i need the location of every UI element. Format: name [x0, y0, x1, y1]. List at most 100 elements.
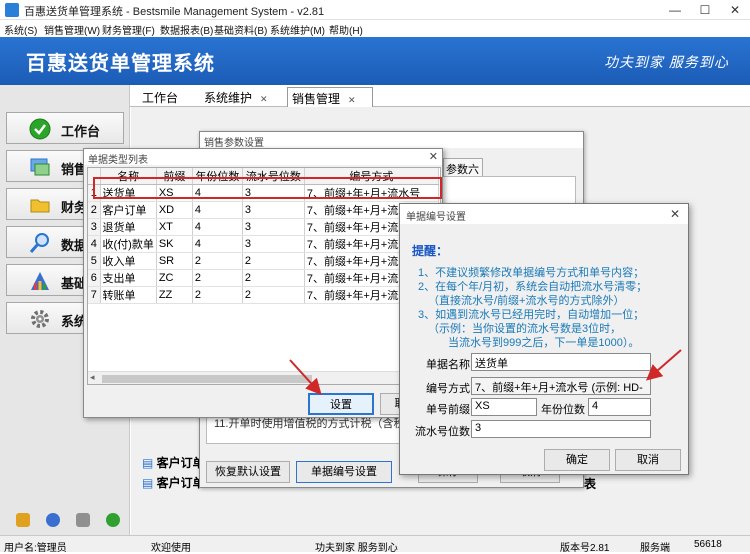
doc-numbering-dialog: 单据编号设置 ✕ 提醒： 1、不建议频繁修改单据编号方式和单号内容； 2、在每个…: [399, 203, 689, 475]
quick-refresh-icon[interactable]: [106, 513, 120, 527]
cell: SK: [156, 235, 193, 253]
year-digits-field[interactable]: 4: [588, 398, 651, 416]
row-number: 2: [88, 201, 101, 219]
mode-select[interactable]: 7、前缀+年+月+流水号 (示例: HD-: [471, 377, 651, 395]
tab-label: 销售管理: [292, 92, 341, 106]
col-header[interactable]: 名称: [100, 168, 157, 185]
tab-maintenance[interactable]: 系统维护 ✕: [204, 87, 286, 107]
partial-row-label: 客户订单: [156, 476, 205, 490]
cell: 2: [242, 252, 305, 270]
close-icon[interactable]: ✕: [429, 150, 438, 163]
table-row[interactable]: 7 转账单 ZZ 2 2 7、前缀+年+月+流水号: [88, 286, 439, 304]
menu-help[interactable]: 帮助(H): [329, 22, 363, 37]
table-row[interactable]: 2 客户订单 XD 4 3 7、前缀+年+月+流水号: [88, 201, 439, 219]
close-icon[interactable]: ✕: [670, 207, 680, 221]
cell: 2: [192, 269, 243, 287]
magnifier-icon: [29, 233, 49, 253]
folder-icon: [30, 199, 50, 213]
close-window-button[interactable]: ✕: [720, 0, 750, 20]
menu-sales[interactable]: 销售管理(W): [44, 22, 100, 37]
dialog-title: 单据类型列表: [84, 149, 442, 166]
table-row[interactable]: 5 收入单 SR 2 2 7、前缀+年+月+流水号: [88, 252, 439, 270]
close-icon[interactable]: ✕: [348, 95, 356, 105]
menu-finance[interactable]: 财务管理(F): [102, 22, 155, 37]
scroll-left-icon[interactable]: ◂: [90, 372, 95, 383]
menu-basics[interactable]: 基础资料(B): [214, 22, 267, 37]
sidebar-item-label: 工作台: [61, 124, 101, 139]
col-header[interactable]: 前缀: [156, 168, 193, 185]
reminder-heading: 提醒：: [412, 244, 449, 258]
ok-button[interactable]: 确定: [544, 449, 610, 471]
horizontal-scrollbar[interactable]: ◂: [88, 371, 440, 384]
table-row[interactable]: 3 退货单 XT 4 3 7、前缀+年+月+流水号: [88, 218, 439, 236]
cell: 4: [192, 218, 243, 236]
tab-bar: 工作台 系统维护 ✕ 销售管理 ✕: [130, 85, 750, 107]
title-bar: 百惠送货单管理系统 - Bestsmile Management System …: [0, 0, 750, 20]
menu-reports[interactable]: 数据报表(B): [160, 22, 213, 37]
row-number: 4: [88, 235, 101, 253]
tab-label: 系统维护: [204, 91, 253, 105]
tab-sales[interactable]: 销售管理 ✕: [287, 87, 373, 107]
table-row[interactable]: 1 送货单 XS 4 3 7、前缀+年+月+流水号: [88, 184, 439, 202]
quick-screen-icon[interactable]: [76, 513, 90, 527]
cell: 收(付)款单: [100, 235, 157, 253]
cell: 退货单: [100, 218, 157, 236]
quick-edit-icon[interactable]: [16, 513, 30, 527]
name-label: 单据名称: [426, 359, 470, 371]
cell: 4: [192, 201, 243, 219]
cell: ZZ: [156, 286, 193, 304]
cell: SR: [156, 252, 193, 270]
row-number: 3: [88, 218, 101, 236]
numbering-settings-button[interactable]: 单据编号设置: [296, 461, 392, 483]
serial-digits-label: 流水号位数: [415, 426, 470, 438]
doc-icon: ▤: [142, 476, 157, 490]
prefix-field[interactable]: XS: [471, 398, 537, 416]
name-field[interactable]: 送货单: [471, 353, 651, 371]
close-icon[interactable]: ✕: [260, 94, 268, 104]
table-row[interactable]: 4 收(付)款单 SK 4 3 7、前缀+年+月+流水号: [88, 235, 439, 253]
cell: XD: [156, 201, 193, 219]
banner: 百惠送货单管理系统 功夫到家 服务到心: [0, 37, 750, 85]
minimize-button[interactable]: —: [660, 0, 690, 20]
cell: 7、前缀+年+月+流水号: [304, 184, 439, 202]
restore-defaults-button[interactable]: 恢复默认设置: [206, 461, 290, 483]
col-header[interactable]: 流水号位数: [242, 168, 305, 185]
doc-types-dialog: 单据类型列表 ✕ 名称 前缀 年份位数 流水号位数 编号方式 1 送货单 XS 4 3 7…: [83, 148, 443, 418]
window-title: 百惠送货单管理系统 - Bestsmile Management System …: [24, 6, 325, 18]
cell: 3: [242, 235, 305, 253]
col-header[interactable]: 年份位数: [192, 168, 243, 185]
setup-button[interactable]: 设置: [308, 393, 374, 415]
cancel-button[interactable]: 取消: [615, 449, 681, 471]
quick-clock-icon[interactable]: [46, 513, 60, 527]
menu-bar: 系统(S) 销售管理(W) 财务管理(F) 数据报表(B) 基础资料(B) 系统…: [0, 20, 750, 37]
reminder-line: 当流水号到999之后，下一单是1000）。: [448, 337, 640, 349]
dialog-title: 单据编号设置: [400, 204, 688, 224]
partial-row-3: 表: [584, 477, 597, 491]
banner-title: 百惠送货单管理系统: [26, 53, 215, 75]
tab-label: 工作台: [142, 91, 179, 105]
col-header[interactable]: 编号方式: [304, 168, 439, 185]
cell: 送货单: [100, 184, 157, 202]
cell: 2: [242, 269, 305, 287]
tab-params-6[interactable]: 参数六: [443, 158, 483, 176]
cell: 3: [242, 184, 305, 202]
year-digits-label: 年份位数: [541, 404, 585, 416]
col-header: [88, 168, 101, 185]
cell: 2: [242, 286, 305, 304]
doc-icon: ▤: [142, 456, 157, 470]
sidebar-item-workbench[interactable]: 工作台: [6, 112, 124, 144]
cell: 2: [192, 286, 243, 304]
partial-row-1: ▤ 客户订单: [142, 454, 205, 471]
maximize-button[interactable]: ☐: [690, 0, 720, 20]
tab-workbench[interactable]: 工作台: [142, 87, 202, 107]
cell: ZC: [156, 269, 193, 287]
table-row[interactable]: 6 支出单 ZC 2 2 7、前缀+年+月+流水号: [88, 269, 439, 287]
serial-digits-field[interactable]: 3: [471, 420, 651, 438]
status-port: 56618: [694, 539, 722, 550]
row-number: 7: [88, 286, 101, 304]
scroll-thumb[interactable]: [102, 375, 312, 383]
menu-system[interactable]: 系统(S): [4, 22, 37, 37]
menu-maintenance[interactable]: 系统维护(M): [270, 22, 325, 37]
cell: 3: [242, 218, 305, 236]
check-circle-icon: [29, 118, 51, 140]
